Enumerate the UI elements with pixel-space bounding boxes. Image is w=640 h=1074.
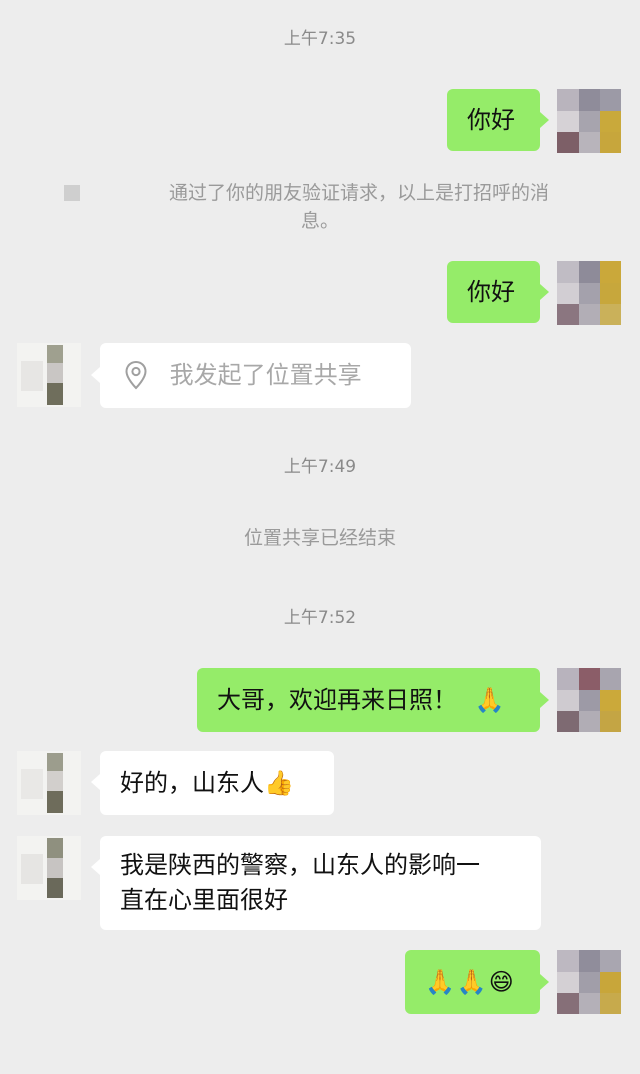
- sent-message-bubble[interactable]: 你好: [447, 261, 540, 323]
- message-text: 大哥，欢迎再来日照！: [217, 686, 457, 714]
- received-message-bubble[interactable]: 好的，山东人👍: [100, 751, 334, 815]
- my-avatar[interactable]: [557, 89, 621, 153]
- contact-avatar[interactable]: [17, 836, 81, 900]
- message-text-line: 我是陕西的警察，山东人的影响一: [120, 851, 480, 879]
- timestamp: 上午7:49: [283, 457, 357, 477]
- timestamp: 上午7:52: [283, 608, 357, 628]
- bubble-tail: [540, 284, 549, 300]
- received-message-bubble[interactable]: 我是陕西的警察，山东人的影响一 直在心里面很好: [100, 836, 541, 930]
- contact-avatar[interactable]: [17, 343, 81, 407]
- sent-message-bubble[interactable]: 大哥，欢迎再来日照！ 🙏: [197, 668, 540, 732]
- sent-message-bubble[interactable]: 🙏🙏😄: [405, 950, 540, 1014]
- bubble-tail: [540, 692, 549, 708]
- bubble-tail: [91, 774, 100, 790]
- bubble-tail: [91, 367, 100, 383]
- my-avatar[interactable]: [557, 950, 621, 1014]
- my-avatar[interactable]: [557, 261, 621, 325]
- system-message-line: 通过了你的朋友验证请求，以上是打招呼的消: [168, 182, 549, 204]
- bubble-tail: [540, 974, 549, 990]
- emoji-sequence-icon: 🙏🙏😄: [425, 968, 516, 996]
- location-share-bubble[interactable]: 我发起了位置共享: [100, 343, 411, 408]
- system-message-line: 息。: [300, 210, 339, 232]
- message-text: 好的，山东人: [120, 769, 264, 797]
- location-pin-icon: [124, 360, 148, 400]
- sent-message-bubble[interactable]: 你好: [447, 89, 540, 151]
- bubble-tail: [91, 859, 100, 875]
- location-share-label: 我发起了位置共享: [169, 361, 362, 389]
- my-avatar[interactable]: [557, 668, 621, 732]
- message-text: 你好: [467, 106, 515, 134]
- bubble-tail: [540, 112, 549, 128]
- message-text-line: 直在心里面很好: [120, 886, 288, 914]
- system-message-location-ended: 位置共享已经结束: [243, 527, 396, 549]
- pray-emoji-icon: 🙏: [474, 686, 505, 714]
- message-text: 你好: [467, 278, 515, 306]
- contact-avatar[interactable]: [17, 751, 81, 815]
- system-message-friend-verified: 通过了你的朋友验证请求，以上是打招呼的消 息。: [0, 179, 640, 235]
- thumbs-up-emoji-icon: 👍: [264, 769, 294, 797]
- timestamp: 上午7:35: [283, 29, 357, 49]
